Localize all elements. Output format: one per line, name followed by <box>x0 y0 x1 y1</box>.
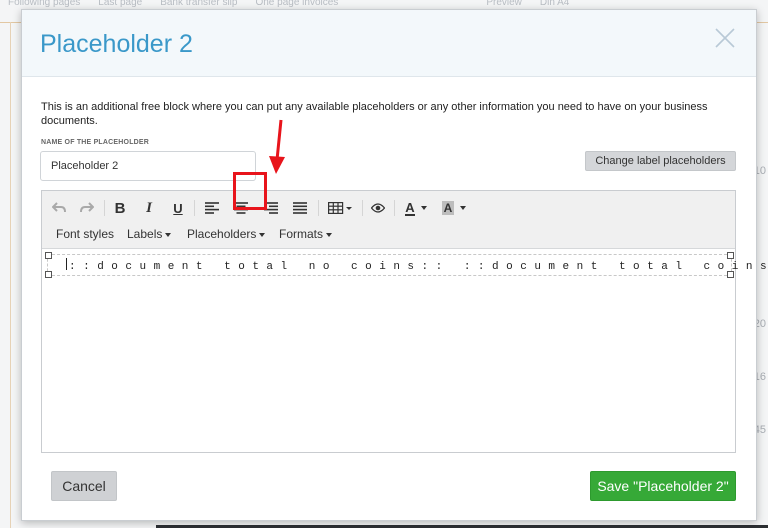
align-left-icon[interactable] <box>202 197 222 219</box>
close-icon[interactable] <box>714 27 736 49</box>
resize-handle[interactable] <box>45 252 52 259</box>
toolbar-separator <box>394 200 395 216</box>
editor-toolbar: B I U A A Font styles Labels Placeholder… <box>42 191 735 249</box>
menu-formats[interactable]: Formats <box>279 227 333 241</box>
background-color-icon[interactable]: A <box>438 197 470 219</box>
placeholder-name-label: NAME OF THE PLACEHOLDER <box>41 139 150 146</box>
text-cursor <box>66 258 67 270</box>
placeholder-content: ::document total no coins:: ::document t… <box>69 261 768 273</box>
caret-down-icon <box>420 206 427 210</box>
change-label-placeholders-button[interactable]: Change label placeholders <box>585 151 736 171</box>
preview-icon[interactable] <box>368 197 388 219</box>
menu-font-styles[interactable]: Font styles <box>56 227 114 241</box>
dialog-header: Placeholder 2 <box>22 10 756 77</box>
italic-icon[interactable]: I <box>139 197 159 219</box>
redo-icon[interactable] <box>78 197 96 219</box>
dialog-title: Placeholder 2 <box>40 30 193 58</box>
bold-icon[interactable]: B <box>110 197 130 219</box>
placeholder-name-input[interactable] <box>40 151 256 181</box>
bg-color-letter: A <box>441 201 455 215</box>
dialog-description: This is an additional free block where y… <box>41 101 708 127</box>
align-right-icon[interactable] <box>261 197 281 219</box>
rich-text-editor: B I U A A Font styles Labels Placeholder… <box>41 190 768 453</box>
caret-down-icon <box>259 232 266 237</box>
resize-handle[interactable] <box>45 271 52 278</box>
text-color-letter: A <box>405 199 415 216</box>
menu-label: Placeholders <box>187 227 257 241</box>
save-button[interactable]: Save "Placeholder 2" <box>590 471 736 501</box>
table-icon[interactable] <box>326 197 354 219</box>
caret-down-icon <box>460 206 467 210</box>
placeholder-dialog: Placeholder 2 This is an additional free… <box>21 9 768 521</box>
content-text-line[interactable]: ::document total no coins:: ::document t… <box>66 258 768 273</box>
menu-label: Labels <box>127 227 163 241</box>
align-center-icon[interactable] <box>231 197 251 219</box>
menu-label: Formats <box>279 227 324 241</box>
editor-content-area[interactable]: ::document total no coins:: ::document t… <box>42 249 768 452</box>
menu-labels[interactable]: Labels <box>127 227 172 241</box>
toolbar-separator <box>104 200 105 216</box>
background-divider <box>10 22 11 528</box>
caret-down-icon <box>326 232 333 237</box>
underline-icon[interactable]: U <box>168 197 188 219</box>
undo-icon[interactable] <box>50 197 68 219</box>
align-justify-icon[interactable] <box>290 197 310 219</box>
toolbar-separator <box>318 200 319 216</box>
menu-label: Font styles <box>56 227 115 241</box>
menu-placeholders[interactable]: Placeholders <box>187 227 266 241</box>
caret-down-icon <box>165 232 172 237</box>
text-color-icon[interactable]: A <box>400 197 432 219</box>
toolbar-separator <box>194 200 195 216</box>
toolbar-separator <box>362 200 363 216</box>
cancel-button[interactable]: Cancel <box>51 471 117 501</box>
